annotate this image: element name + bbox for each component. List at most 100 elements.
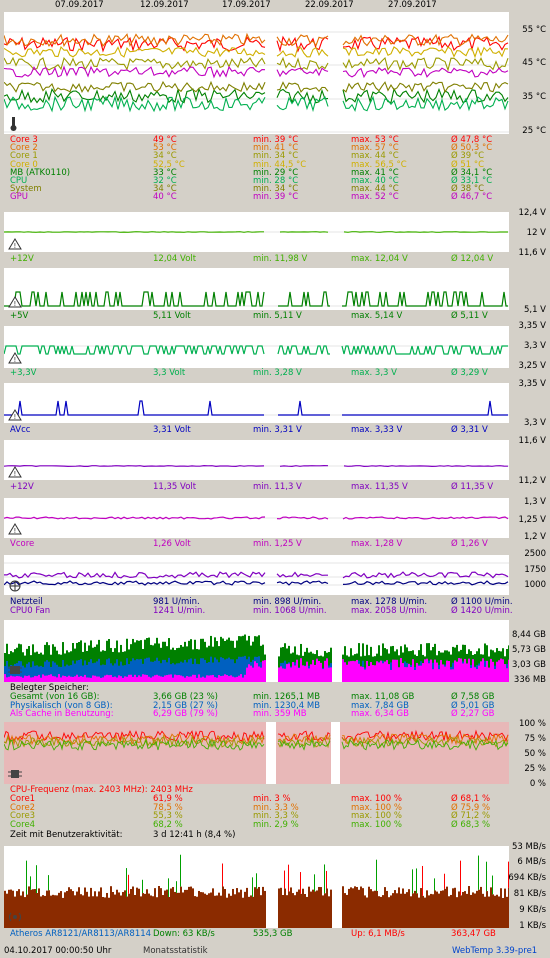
- network-down-bar: [382, 895, 384, 928]
- network-peak-bar: [444, 873, 445, 889]
- voltage-12v-row: +12V 12,04 Volt min. 11,98 V max. 12,04 V Ø …: [10, 255, 510, 264]
- memory-cache-bar: [496, 661, 498, 682]
- memory-cache-bar: [436, 662, 438, 682]
- network-down-bar: [254, 887, 256, 928]
- network-down-bar: [286, 895, 288, 928]
- network-down-bar: [456, 897, 458, 928]
- memory-cache-bar: [174, 674, 176, 682]
- memory-cache-bar: [12, 676, 14, 682]
- version-link[interactable]: WebTemp 3.39-pre1: [452, 946, 537, 956]
- network-down-bar: [40, 896, 42, 928]
- network-down-bar: [366, 897, 368, 928]
- network-down-bar: [350, 887, 352, 928]
- footer-timestamp: 04.10.2017 00:00:50 Uhr: [4, 946, 112, 956]
- network-down-bar: [356, 887, 358, 928]
- network-down-bar: [318, 886, 320, 928]
- network-down-bar: [460, 895, 462, 928]
- network-down-bar: [346, 894, 348, 928]
- network-down-bar: [60, 891, 62, 928]
- legend-min: min. 11,98 V: [253, 254, 308, 264]
- voltage-warning-icon: !: [8, 523, 22, 535]
- memory-cache-bar: [110, 674, 112, 682]
- network-down-bar: [90, 887, 92, 928]
- memory-cache-bar: [284, 668, 286, 682]
- memory-cache-bar: [372, 665, 374, 682]
- network-peak-bar: [168, 878, 169, 897]
- network-down-bar: [80, 894, 82, 928]
- network-peak-bar: [288, 864, 289, 892]
- network-down-bar: [408, 889, 410, 928]
- network-down-bar: [22, 891, 24, 928]
- network-down-bar: [246, 887, 248, 928]
- memory-cache-bar: [504, 664, 506, 682]
- memory-cache-bar: [424, 659, 426, 682]
- memory-cache-bar: [132, 676, 134, 682]
- memory-cache-bar: [178, 675, 180, 682]
- network-down-bar: [124, 890, 126, 928]
- network-down-bar: [500, 888, 502, 928]
- memory-cache-bar: [162, 676, 164, 682]
- voltage-12v-secondary-axis: 11,6 V 11,2 V: [510, 433, 550, 489]
- network-down-bar: [508, 887, 509, 928]
- cpu-load-chart: [4, 722, 509, 784]
- network-down-bar: [386, 890, 388, 928]
- network-down-bar: [328, 896, 330, 928]
- memory-cache-bar: [202, 676, 204, 682]
- memory-cache-bar: [388, 664, 390, 682]
- network-down-total: 535,3 GB: [253, 929, 293, 939]
- memory-cache-bar: [394, 659, 396, 682]
- fan-icon: [8, 580, 22, 592]
- network-down-bar: [100, 887, 102, 928]
- voltage-avcc-chart: [4, 383, 509, 423]
- legend-name: CPU0 Fan: [10, 605, 51, 616]
- svg-text:!: !: [14, 527, 17, 535]
- network-down-bar: [398, 887, 400, 928]
- memory-cache-bar: [302, 665, 304, 682]
- network-down-bar: [380, 896, 382, 928]
- memory-cache-bar: [462, 663, 464, 682]
- memory-cache-bar: [464, 658, 466, 682]
- memory-cache-bar: [346, 664, 348, 682]
- network-down-bar: [432, 894, 434, 928]
- memory-cache-bar: [486, 660, 488, 682]
- memory-cache-bar: [414, 669, 416, 682]
- network-down-bar: [256, 888, 258, 928]
- memory-cache-bar: [374, 665, 376, 682]
- network-peak-bar: [422, 865, 423, 896]
- memory-cache-bar: [438, 669, 440, 682]
- network-down-bar: [204, 893, 206, 928]
- network-down-bar: [202, 892, 204, 928]
- network-peak-bar: [478, 855, 479, 890]
- network-down-bar: [392, 893, 394, 928]
- network-down-bar: [442, 890, 444, 928]
- temperature-series: [4, 87, 509, 105]
- network-down-bar: [102, 897, 104, 928]
- memory-cache-bar: [318, 660, 320, 682]
- legend-name: +12V: [10, 482, 34, 492]
- monthly-statistics-link[interactable]: Monatsstatistik: [143, 946, 208, 956]
- memory-cache-bar: [38, 674, 40, 682]
- memory-cache-bar: [164, 675, 166, 682]
- legend-cur: 11,35 Volt: [153, 482, 197, 492]
- date-label: 12.09.2017: [140, 0, 189, 10]
- network-down-bar: [344, 893, 346, 928]
- memory-cache-bar: [398, 667, 400, 682]
- memory-cache-bar: [352, 660, 354, 682]
- memory-cache-bar: [136, 677, 138, 682]
- axis-tick: 1 KB/s: [519, 921, 546, 931]
- legend-cur: 1241 U/min.: [153, 605, 206, 616]
- memory-cache-bar: [308, 668, 310, 682]
- network-down-bar: [502, 897, 504, 928]
- memory-cache-bar: [34, 675, 36, 682]
- network-down-bar: [232, 888, 234, 928]
- memory-cache-bar: [102, 677, 104, 682]
- network-down-bar: [170, 888, 172, 928]
- memory-cache-bar: [6, 677, 8, 682]
- memory-cache-bar: [94, 675, 96, 682]
- network-down-bar: [410, 896, 412, 928]
- voltage-vcore-row: Vcore 1,26 Volt min. 1,25 V max. 1,28 V Ø 1,…: [10, 540, 510, 549]
- memory-cache-bar: [32, 677, 34, 682]
- network-down-bar: [404, 893, 406, 928]
- network-down-bar: [74, 895, 76, 928]
- network-down-bar: [176, 892, 178, 928]
